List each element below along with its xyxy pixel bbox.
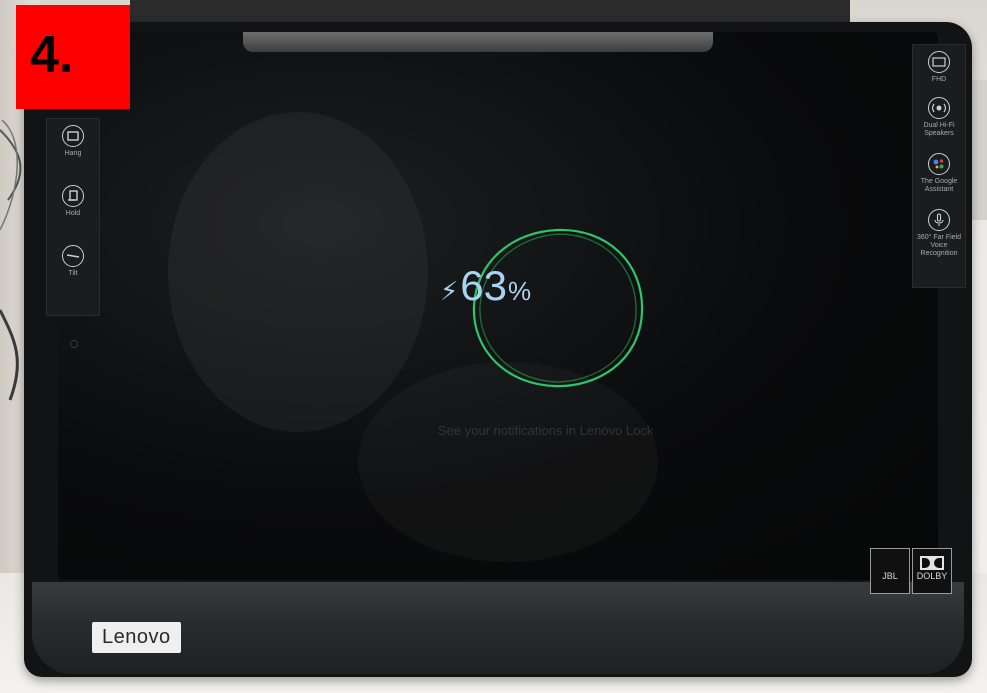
feature-label: 360° Far Field Voice Recognition [916, 234, 962, 257]
dolby-icon [920, 556, 944, 570]
lock-screen-notification-text: See your notifications in Lenovo Lock [438, 423, 654, 438]
feature-hang: Hang [47, 125, 99, 158]
feature-strip-left: Hang Hold Tilt [46, 118, 100, 316]
screen-glare [243, 32, 713, 52]
feature-label: The Google Assistant [920, 178, 958, 193]
battery-percentage-unit: % [507, 276, 532, 306]
feature-label: Tilt [68, 270, 78, 277]
audio-badges: JBL DOLBY [868, 548, 952, 594]
tilt-icon [62, 245, 84, 267]
tablet-device: See your notifications in Lenovo Lock Ha… [24, 22, 972, 677]
camera-dot [70, 340, 78, 348]
reflection-person [168, 112, 428, 432]
hang-icon [62, 125, 84, 147]
photo-scene: See your notifications in Lenovo Lock Ha… [0, 0, 987, 693]
feature-speakers: Dual Hi-Fi Speakers [913, 97, 965, 138]
jbl-text: JBL [882, 571, 898, 581]
step-number-label: 4. [30, 26, 74, 84]
feature-label: FHD [931, 76, 947, 83]
battery-charge-readout: ⚡︎ 63 % [440, 262, 590, 310]
feature-tilt: Tilt [47, 245, 99, 278]
google-assistant-icon [928, 153, 950, 175]
feature-fhd: FHD [913, 51, 965, 84]
dolby-badge: DOLBY [912, 548, 952, 594]
feature-label: Dual Hi-Fi Speakers [923, 122, 955, 137]
hold-icon [62, 185, 84, 207]
lenovo-logo: Lenovo [92, 622, 181, 653]
feature-google-assistant: The Google Assistant [913, 153, 965, 194]
feature-label: Hang [64, 150, 82, 157]
lightning-bolt-icon: ⚡︎ [440, 276, 459, 306]
feature-strip-right: FHD Dual Hi-Fi Speakers The Google Assis… [912, 44, 966, 288]
dolby-text: DOLBY [916, 571, 948, 581]
step-number-badge: 4. [16, 5, 130, 109]
feature-hold: Hold [47, 185, 99, 218]
voice-recognition-icon [928, 209, 950, 231]
fhd-icon [928, 51, 950, 73]
feature-voice-recognition: 360° Far Field Voice Recognition [913, 209, 965, 258]
jbl-badge: JBL [870, 548, 910, 594]
speaker-icon [928, 97, 950, 119]
battery-percentage: 63 [460, 262, 507, 309]
feature-label: Hold [65, 210, 81, 217]
